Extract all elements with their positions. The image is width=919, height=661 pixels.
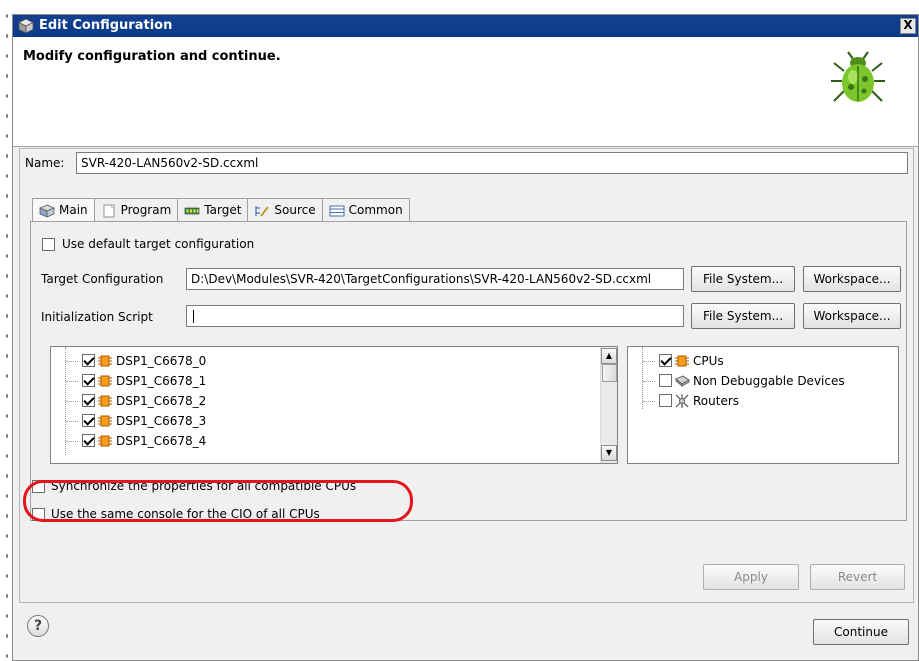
device-icon (675, 375, 690, 387)
source-icon (255, 205, 270, 217)
cpu-chip-icon (98, 355, 112, 367)
tab-bar: Main Program Target Source Common (32, 198, 410, 222)
use-default-label: Use default target configuration (62, 237, 255, 251)
tree-branch (643, 361, 655, 362)
tab-program[interactable]: Program (93, 198, 179, 222)
dialog-heading: Modify configuration and continue. (23, 49, 281, 64)
tree-branch (66, 361, 78, 362)
scroll-up-button[interactable]: ▲ (601, 348, 617, 364)
filter-label: CPUs (693, 354, 724, 368)
dialog-header: Modify configuration and continue. (13, 37, 918, 147)
common-icon (329, 205, 345, 216)
highlight-annotation (23, 480, 413, 522)
tree-branch (643, 401, 655, 402)
cpu-checkbox[interactable] (82, 394, 95, 407)
tree-branch (66, 381, 78, 382)
list-item[interactable]: CPUs (628, 352, 896, 370)
filter-checkbox[interactable] (659, 374, 672, 387)
list-item[interactable]: DSP1_C6678_0 (51, 352, 601, 370)
device-filter-tree[interactable]: CPUs Non Debuggable Devices Routers (627, 346, 899, 464)
config-cube-icon (18, 18, 34, 34)
scroll-down-button[interactable]: ▼ (601, 445, 617, 461)
name-input[interactable]: SVR-420-LAN560v2-SD.ccxml (76, 152, 908, 174)
router-icon (675, 394, 689, 408)
target-workspace-button[interactable]: Workspace... (803, 266, 901, 292)
list-item[interactable]: DSP1_C6678_2 (51, 392, 601, 410)
cpu-chip-icon (98, 415, 112, 427)
tab-common-label: Common (348, 203, 403, 217)
list-item[interactable]: Routers (628, 392, 896, 410)
tab-program-label: Program (120, 203, 172, 217)
help-icon[interactable]: ? (27, 615, 49, 637)
tab-source-label: Source (274, 203, 316, 217)
screen-edge-dots (0, 0, 12, 661)
tab-main[interactable]: Main (32, 198, 95, 222)
target-file-system-button[interactable]: File System... (691, 266, 795, 292)
use-default-checkbox[interactable] (42, 238, 55, 251)
filter-label: Non Debuggable Devices (693, 374, 845, 388)
cpu-checkbox[interactable] (82, 414, 95, 427)
cpu-label: DSP1_C6678_2 (116, 394, 207, 408)
edit-configuration-dialog: Edit Configuration X Modify configuratio… (12, 14, 919, 661)
cpu-chip-icon (98, 375, 112, 387)
list-item[interactable]: DSP1_C6678_4 (51, 432, 601, 450)
close-button[interactable]: X (900, 18, 916, 34)
program-icon (103, 204, 115, 217)
target-config-label: Target Configuration (41, 272, 164, 286)
tree-branch (643, 381, 655, 382)
list-item[interactable]: Non Debuggable Devices (628, 372, 896, 390)
init-file-system-button[interactable]: File System... (691, 303, 795, 329)
init-workspace-button[interactable]: Workspace... (803, 303, 901, 329)
tab-main-label: Main (59, 203, 88, 217)
cpu-checkbox[interactable] (82, 434, 95, 447)
filter-checkbox[interactable] (659, 394, 672, 407)
cpu-checkbox[interactable] (82, 374, 95, 387)
cpu-label: DSP1_C6678_4 (116, 434, 207, 448)
list-item[interactable]: DSP1_C6678_3 (51, 412, 601, 430)
filter-label: Routers (693, 394, 740, 408)
configuration-area: Name: SVR-420-LAN560v2-SD.ccxml Main Pro… (19, 148, 914, 603)
init-script-label: Initialization Script (41, 310, 153, 324)
apply-button[interactable]: Apply (703, 564, 799, 590)
cpu-label: DSP1_C6678_0 (116, 354, 207, 368)
cpu-chip-icon (98, 395, 112, 407)
tab-common[interactable]: Common (321, 198, 410, 222)
scroll-thumb[interactable] (602, 364, 617, 382)
cpu-tree-list[interactable]: DSP1_C6678_0 DSP1_C6678_1 DSP1_C6678_2 D… (50, 346, 618, 464)
list-item[interactable]: DSP1_C6678_1 (51, 372, 601, 390)
title-bar: Edit Configuration X (13, 15, 918, 37)
continue-button[interactable]: Continue (813, 619, 909, 645)
debug-bug-icon (831, 51, 885, 102)
filter-checkbox[interactable] (659, 354, 672, 367)
target-config-input[interactable]: D:\Dev\Modules\SVR-420\TargetConfigurati… (186, 268, 684, 290)
cpu-list-scrollbar[interactable]: ▲ ▼ (600, 347, 617, 463)
revert-button[interactable]: Revert (810, 564, 905, 590)
main-icon (39, 204, 55, 218)
tree-branch (66, 421, 78, 422)
text-cursor (193, 310, 194, 323)
window-title: Edit Configuration (39, 18, 173, 33)
tree-branch (66, 441, 78, 442)
cpu-label: DSP1_C6678_3 (116, 414, 207, 428)
cpu-label: DSP1_C6678_1 (116, 374, 207, 388)
target-icon (184, 207, 200, 214)
tab-source[interactable]: Source (247, 198, 323, 222)
cpu-chip-icon (675, 355, 689, 367)
tab-target-label: Target (204, 203, 242, 217)
init-script-input[interactable] (186, 305, 684, 327)
main-tab-panel: Use default target configuration Target … (30, 221, 907, 521)
name-label: Name: (25, 156, 65, 170)
cpu-checkbox[interactable] (82, 354, 95, 367)
tab-target[interactable]: Target (177, 198, 249, 222)
tree-branch (66, 401, 78, 402)
cpu-chip-icon (98, 435, 112, 447)
